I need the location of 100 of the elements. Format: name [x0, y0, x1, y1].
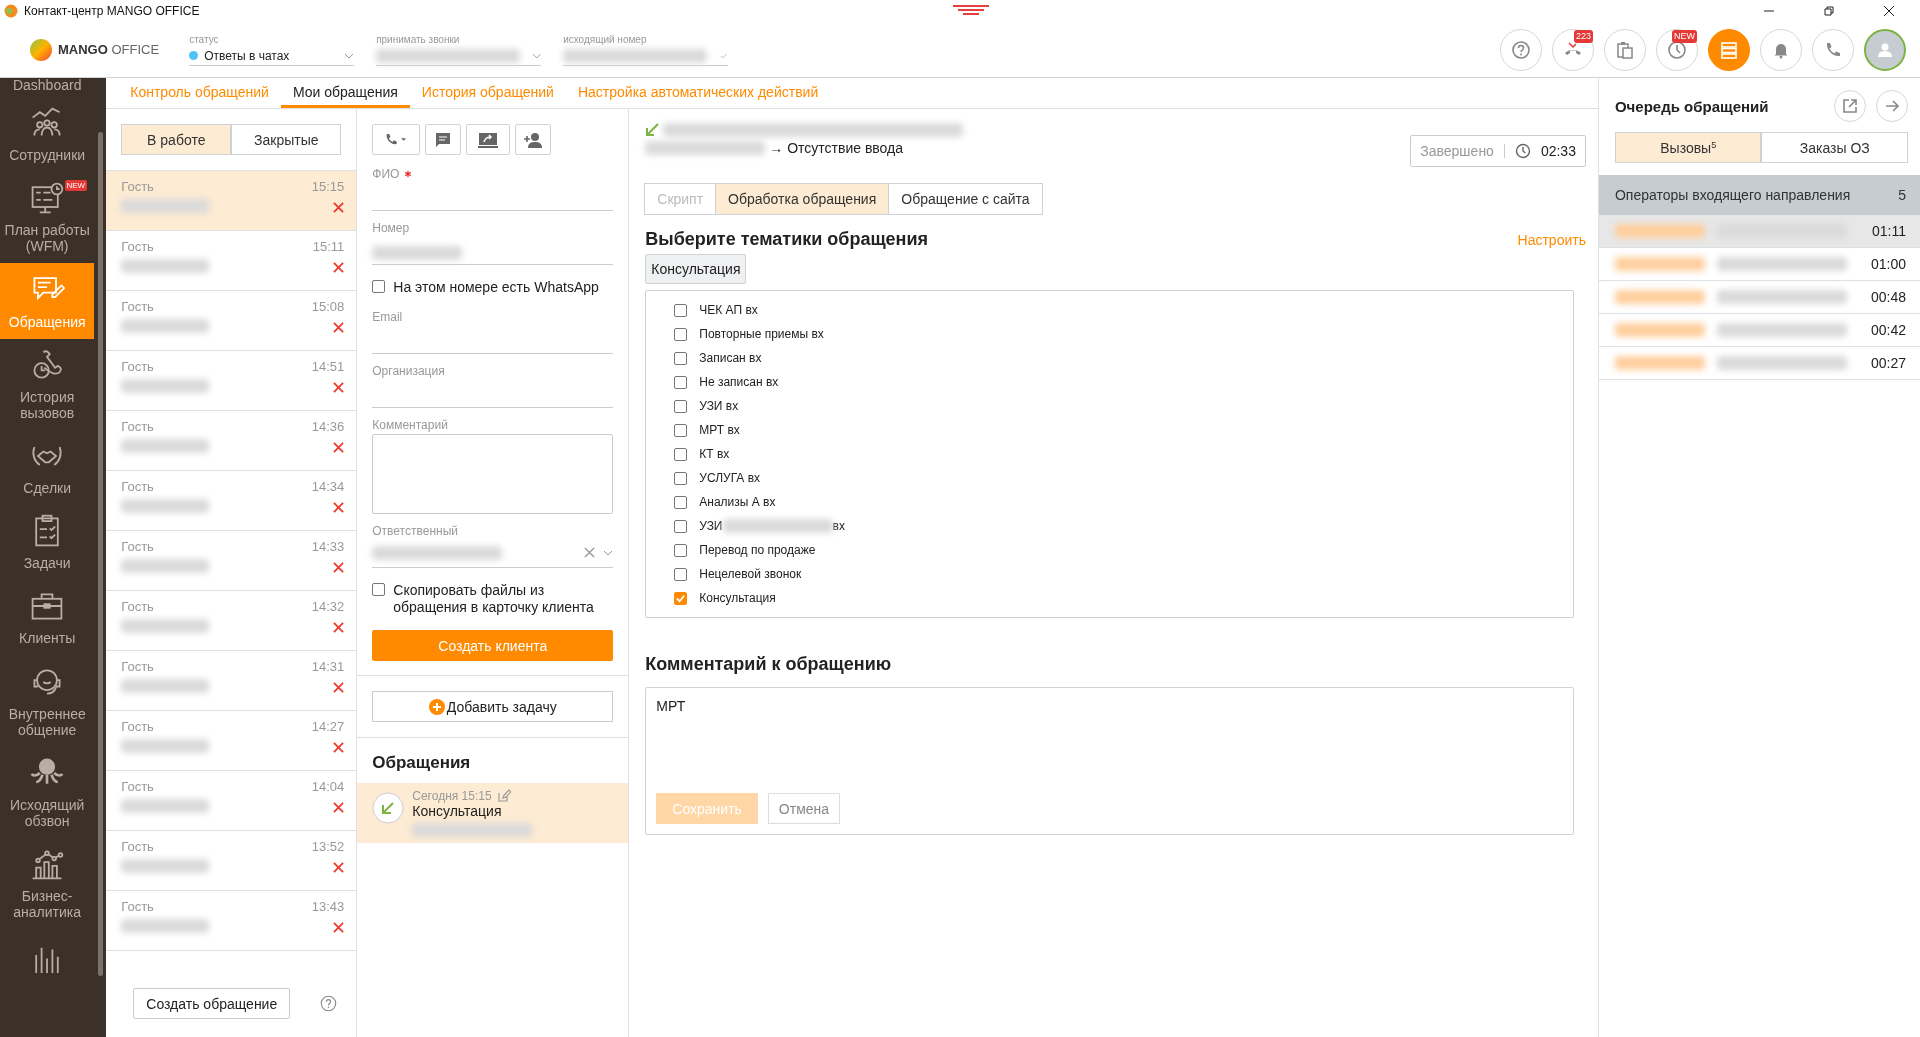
- chevron-icon: [531, 52, 542, 59]
- tab[interactable]: Заказы ОЗ: [1761, 132, 1908, 163]
- chevron-icon: [603, 549, 614, 556]
- wait-time: 00:27: [1870, 355, 1906, 371]
- checkbox[interactable]: [674, 568, 688, 581]
- incoming-call-icon: [372, 792, 405, 824]
- message-button[interactable]: [425, 124, 462, 155]
- open-window-button[interactable]: [1834, 90, 1866, 122]
- guest-name: Гость: [121, 299, 154, 314]
- tab[interactable]: Обращение с сайта: [888, 183, 1043, 215]
- filter-tab[interactable]: Закрытые: [231, 124, 342, 155]
- sidebar-item[interactable]: Внутреннее общение: [0, 655, 95, 747]
- request-time: 14:32: [311, 599, 345, 614]
- request-time: 14:34: [311, 479, 345, 494]
- cancel-button[interactable]: Отмена: [767, 793, 841, 824]
- checkbox[interactable]: [674, 424, 688, 437]
- section-title: Выберите тематики обращения: [645, 229, 929, 250]
- guest-name: Гость: [121, 599, 154, 614]
- sidebar-item[interactable]: Бизнес-аналитика: [0, 838, 95, 930]
- help-button[interactable]: [1500, 28, 1542, 71]
- guest-name: Гость: [121, 539, 154, 554]
- checkbox[interactable]: [674, 352, 688, 365]
- tab[interactable]: Вызовы$^{5}$: [1614, 132, 1762, 163]
- checkbox-label: На этом номере есть WhatsApp: [393, 279, 599, 296]
- clipboard-button[interactable]: [1604, 28, 1646, 71]
- comment-field[interactable]: МРТ: [656, 698, 1563, 793]
- clear-icon[interactable]: [584, 547, 596, 558]
- duration-text: 02:33: [1540, 143, 1576, 159]
- tab[interactable]: Обработка обращения: [715, 183, 890, 215]
- list-icon: [1719, 39, 1739, 60]
- topic-suffix: вх: [832, 519, 845, 533]
- app-icon: [4, 4, 18, 18]
- sidebar-item[interactable]: NEW План работы (WFM): [0, 172, 95, 264]
- checkbox[interactable]: [674, 448, 688, 461]
- checkbox[interactable]: [674, 304, 688, 317]
- checkbox[interactable]: [674, 400, 688, 413]
- avatar-button[interactable]: [1864, 28, 1906, 71]
- sidebar-item[interactable]: Dashboard: [0, 78, 95, 97]
- sidebar-item[interactable]: Задачи: [0, 505, 95, 581]
- add-task-button[interactable]: Добавить задачу: [372, 691, 614, 722]
- phone-button[interactable]: [1812, 28, 1854, 71]
- plus-icon: [428, 698, 445, 715]
- guest-name: Гость: [121, 359, 154, 374]
- request-time: 14:27: [311, 719, 345, 734]
- call-button[interactable]: [372, 124, 421, 155]
- add-contact-button[interactable]: [515, 124, 552, 155]
- sidebar-item[interactable]: Клиенты: [0, 580, 95, 656]
- history-date: Сегодня 15:15: [412, 789, 492, 803]
- checkbox[interactable]: [372, 583, 386, 596]
- topic-label: УСЛУГА вх: [699, 471, 761, 485]
- check-icon: [718, 52, 729, 59]
- checkbox[interactable]: [674, 592, 688, 605]
- share-screen-button[interactable]: [466, 124, 511, 155]
- wait-time: 01:00: [1870, 256, 1906, 272]
- sidebar-item[interactable]: Исходящий обзвон: [0, 746, 95, 839]
- help-icon: [1511, 39, 1531, 60]
- incoming-arrow-icon: [645, 123, 660, 137]
- panel-title: Очередь обращений: [1614, 97, 1769, 115]
- request-time: 14:31: [311, 659, 345, 674]
- bell-button[interactable]: [1760, 28, 1802, 71]
- field-label: принимать звонки: [376, 33, 461, 45]
- checkbox[interactable]: [674, 376, 688, 389]
- restore-icon[interactable]: [1823, 5, 1835, 17]
- tab[interactable]: Мои обращения: [280, 78, 410, 108]
- external-link-icon: [1842, 98, 1858, 114]
- arrow-right-button[interactable]: [1876, 90, 1908, 122]
- edit-icon[interactable]: [496, 789, 511, 803]
- checkbox[interactable]: [674, 496, 688, 509]
- scrollbar-thumb[interactable]: [98, 132, 104, 976]
- guest-name: Гость: [121, 659, 154, 674]
- topic-chip[interactable]: Консультация: [645, 254, 747, 284]
- add-person-icon: [522, 131, 545, 148]
- checkbox[interactable]: [674, 520, 688, 533]
- topic-label: Анализы А вх: [699, 495, 776, 509]
- checkbox[interactable]: [674, 544, 688, 557]
- field-label: исходящий номер: [563, 33, 648, 45]
- sidebar-item[interactable]: История вызовов: [0, 338, 95, 430]
- request-time: 15:15: [311, 179, 345, 194]
- queue-button[interactable]: [1708, 28, 1750, 71]
- sidebar-item[interactable]: Сделки: [0, 429, 95, 506]
- help-icon[interactable]: [320, 995, 338, 1012]
- comment-field[interactable]: [372, 434, 614, 514]
- history-item[interactable]: Сегодня 15:15 Консультация: [357, 783, 629, 843]
- history-topic: Консультация: [412, 803, 503, 819]
- create-request-button[interactable]: Создать обращение: [133, 988, 291, 1019]
- notification-badge: 223: [1573, 29, 1593, 43]
- field-label: Ответственный: [372, 524, 459, 538]
- clock-button[interactable]: NEW: [1656, 28, 1698, 71]
- queue-group-header[interactable]: Операторы входящего направления 5: [1598, 175, 1920, 215]
- topic-label: ЧЕК АП вх: [699, 303, 758, 317]
- status-select[interactable]: Ответы в чатах: [189, 46, 355, 66]
- checkbox[interactable]: [372, 280, 386, 293]
- sidebar-item[interactable]: Сотрудники: [0, 97, 95, 173]
- section-title: Комментарий к обращению: [645, 654, 893, 675]
- filter-tab[interactable]: В работе: [121, 124, 232, 155]
- close-icon[interactable]: [1883, 5, 1895, 17]
- checkbox[interactable]: [674, 328, 688, 341]
- checkbox[interactable]: [674, 472, 688, 485]
- missed-button[interactable]: 223: [1552, 28, 1594, 71]
- queue-item[interactable]: 01:11: [1598, 215, 1920, 248]
